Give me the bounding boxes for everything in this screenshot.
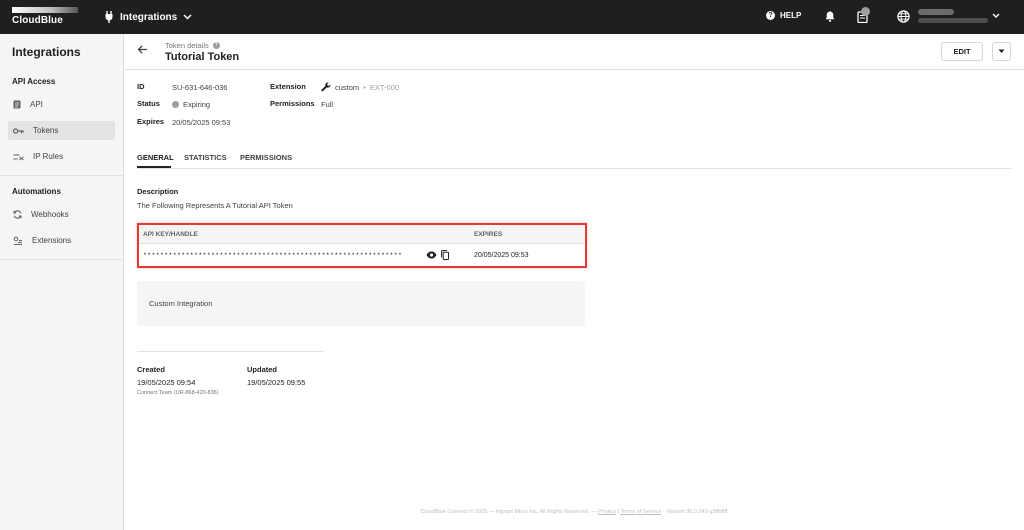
extensions-icon <box>13 236 22 245</box>
id-label: ID <box>137 82 145 91</box>
document-icon <box>13 100 21 109</box>
module-name: Integrations <box>120 11 178 23</box>
permissions-label: Permissions <box>270 99 315 108</box>
sidebar-item-label: Extensions <box>32 236 72 245</box>
help-icon: ? <box>766 11 775 20</box>
ip-rules-icon <box>13 153 24 160</box>
api-key-masked: ****************************************… <box>143 252 403 259</box>
integration-type-card: Custom Integration <box>137 281 585 326</box>
status-dot-icon <box>172 101 179 108</box>
extension-value[interactable]: custom • EXT-000 <box>321 82 399 92</box>
more-actions-button[interactable] <box>992 42 1011 61</box>
top-bar: CloudBlue Integrations ? HELP <box>0 0 1024 34</box>
extension-separator: • <box>363 82 366 92</box>
sidebar-item-label: Webhooks <box>31 210 69 219</box>
sidebar-item-label: Tokens <box>33 126 59 135</box>
created-value: 19/05/2025 09:54 <box>137 378 196 387</box>
id-value: SU-631-646-036 <box>172 83 227 92</box>
chevron-down-icon <box>183 14 192 20</box>
sidebar-item-ip-rules[interactable]: IP Rules <box>8 147 115 166</box>
terms-link[interactable]: Terms of Service <box>620 509 661 515</box>
sidebar-item-api[interactable]: API <box>8 95 115 114</box>
extension-name: custom <box>335 82 360 92</box>
meta-divider <box>137 351 324 352</box>
edit-button[interactable]: EDIT <box>941 42 983 61</box>
sidebar-item-label: API <box>30 100 43 109</box>
back-arrow-icon[interactable] <box>137 44 148 55</box>
logo-mark <box>12 7 78 13</box>
permissions-value: Full <box>321 100 333 109</box>
copy-icon[interactable] <box>441 250 449 260</box>
account-org-blurred <box>918 18 988 23</box>
created-by: Connect Team (UR-868-420-836) <box>137 390 219 396</box>
globe-icon[interactable] <box>897 10 910 23</box>
id-text: SU-631-646-036 <box>172 83 228 92</box>
bell-icon[interactable] <box>825 11 835 22</box>
account-name-blurred <box>918 9 954 15</box>
wrench-icon <box>321 82 331 92</box>
account-switcher[interactable] <box>918 9 988 25</box>
sidebar-title: Integrations <box>12 45 81 59</box>
status-value: Expiring <box>172 100 210 109</box>
extension-label: Extension <box>270 82 306 91</box>
sidebar-item-label: IP Rules <box>33 152 64 161</box>
column-header-expires: EXPIRES <box>474 231 503 238</box>
info-icon[interactable]: ? <box>212 42 220 49</box>
sidebar-item-webhooks[interactable]: Webhooks <box>8 205 115 224</box>
notifications-button[interactable] <box>857 7 870 28</box>
module-switcher[interactable]: Integrations <box>104 9 192 25</box>
caret-down-icon <box>998 49 1005 53</box>
description-value: The Following Represents A Tutorial API … <box>137 201 293 210</box>
plug-icon <box>105 11 113 23</box>
sidebar-section-api-access: API Access <box>12 77 56 86</box>
sidebar-divider <box>0 259 123 260</box>
notification-badge <box>861 7 870 16</box>
privacy-link[interactable]: Privacy <box>598 509 616 515</box>
footer-copyright: CloudBlue Connect © 2025 — Ingram Micro … <box>420 509 597 515</box>
updated-value: 19/05/2025 09:55 <box>247 378 306 387</box>
status-text: Expiring <box>183 100 211 109</box>
tab-permissions[interactable]: PERMISSIONS <box>240 153 292 162</box>
key-icon <box>13 127 24 134</box>
page-title: Tutorial Token <box>165 51 240 63</box>
status-label: Status <box>137 99 160 108</box>
expires-text: 20/05/2025 09:53 <box>172 118 231 127</box>
extension-id: EXT-000 <box>369 82 400 92</box>
sidebar-item-tokens[interactable]: Tokens <box>8 121 115 140</box>
integration-type-label: Custom Integration <box>149 299 213 308</box>
expires-value: 20/05/2025 09:53 <box>172 118 230 127</box>
created-label: Created <box>137 365 165 374</box>
help-label: HELP <box>780 11 802 20</box>
sidebar: Integrations API Access API Tokens IP Ru… <box>0 34 124 530</box>
chevron-down-icon[interactable] <box>992 13 1000 19</box>
header-divider <box>125 69 1024 70</box>
sidebar-divider <box>0 175 123 176</box>
breadcrumb: Token details ? <box>165 41 220 50</box>
sidebar-section-automations: Automations <box>12 187 61 196</box>
eye-icon[interactable] <box>426 251 437 259</box>
brand-logo[interactable]: CloudBlue <box>12 7 78 27</box>
updated-label: Updated <box>247 365 277 374</box>
expires-label: Expires <box>137 117 165 126</box>
footer: CloudBlue Connect © 2025 — Ingram Micro … <box>0 509 1024 515</box>
description-label: Description <box>137 187 179 196</box>
column-header-api-key: API KEY/HANDLE <box>143 231 198 238</box>
help-button[interactable]: ? HELP <box>766 11 801 20</box>
tab-statistics[interactable]: STATISTICS <box>184 153 227 162</box>
permissions-text: Full <box>321 100 334 109</box>
sidebar-item-extensions[interactable]: Extensions <box>8 231 115 250</box>
api-key-table: API KEY/HANDLE EXPIRES *****************… <box>137 223 587 268</box>
table-header: API KEY/HANDLE EXPIRES <box>139 225 585 244</box>
tab-general[interactable]: GENERAL <box>137 153 174 162</box>
footer-divider: | <box>617 509 619 515</box>
footer-version: - Version 36.0.243-g3ffb8ff <box>662 509 728 515</box>
brand-name: CloudBlue <box>12 15 63 26</box>
api-key-expires: 20/05/2025 09:53 <box>474 252 529 259</box>
webhook-icon <box>13 210 22 219</box>
tabs-divider <box>137 168 1011 169</box>
breadcrumb-label: Token details <box>165 41 209 50</box>
